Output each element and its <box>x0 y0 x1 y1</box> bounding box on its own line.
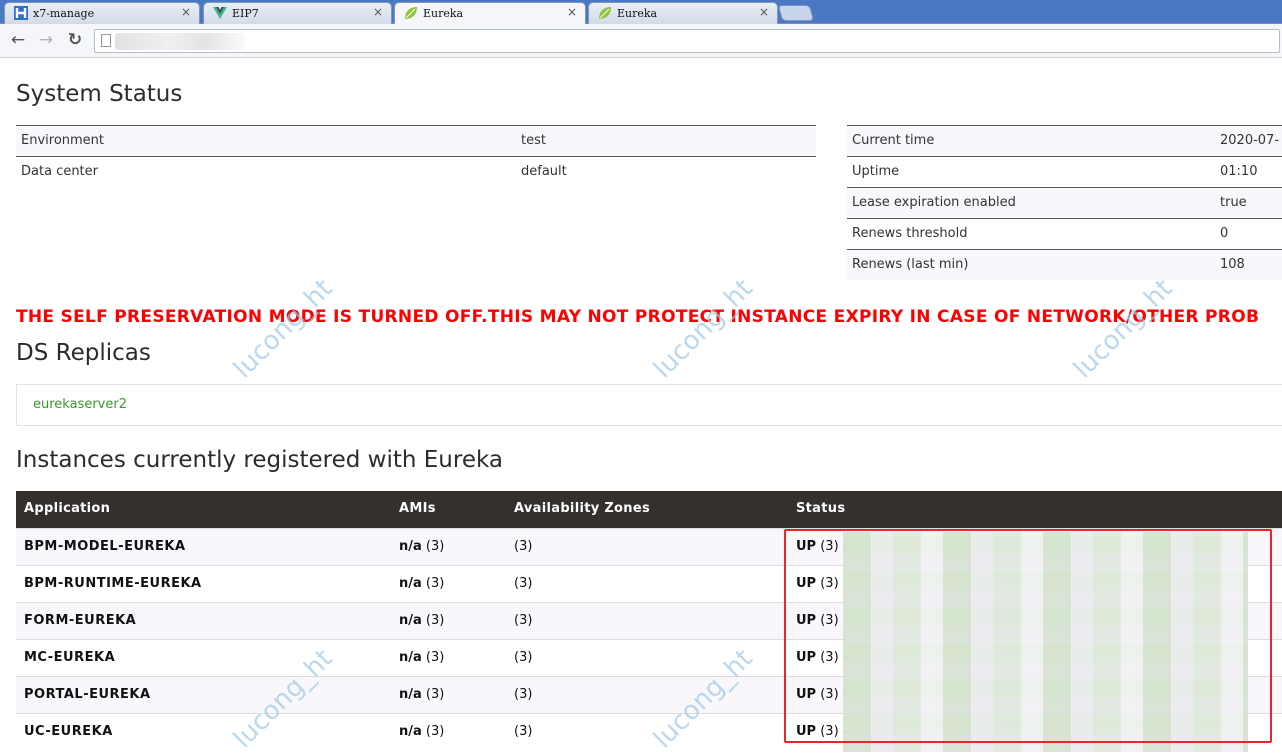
table-row: Uptime 01:10 <box>847 156 1282 187</box>
ami-cell: n/a (3) <box>399 613 444 628</box>
zone-cell: (3) <box>514 539 533 554</box>
ami-cell: n/a (3) <box>399 539 444 554</box>
ami-value: n/a <box>399 724 422 739</box>
zone-cell: (3) <box>514 687 533 702</box>
close-icon[interactable]: × <box>181 5 191 19</box>
reload-icon[interactable]: ↻ <box>65 30 85 50</box>
ami-cell: n/a (3) <box>399 724 444 739</box>
application-name: UC-EUREKA <box>24 724 113 739</box>
status-value: test <box>521 133 546 148</box>
watermark: lucong_ht <box>647 273 759 385</box>
ami-count: (3) <box>425 613 445 628</box>
status-value: true <box>1220 195 1247 210</box>
replica-link[interactable]: eurekaserver2 <box>33 397 127 412</box>
address-bar[interactable] <box>94 29 1280 53</box>
status-key: Uptime <box>852 164 900 179</box>
ami-cell: n/a (3) <box>399 576 444 591</box>
close-icon[interactable]: × <box>759 5 769 19</box>
application-name: MC-EUREKA <box>24 650 116 665</box>
ami-value: n/a <box>399 539 422 554</box>
table-row: Renews threshold 0 <box>847 218 1282 249</box>
ami-count: (3) <box>425 650 445 665</box>
ami-count: (3) <box>425 539 445 554</box>
column-header-application: Application <box>24 501 111 516</box>
system-status-right-table: Current time 2020-07- Uptime 01:10 Lease… <box>847 125 1282 281</box>
highlight-box <box>784 529 1272 743</box>
table-row: Lease expiration enabled true <box>847 187 1282 218</box>
replicas-list: eurekaserver2 <box>16 384 1282 426</box>
ds-replicas-heading: DS Replicas <box>16 340 151 366</box>
status-key: Lease expiration enabled <box>852 195 1016 210</box>
instances-heading: Instances currently registered with Eure… <box>16 447 503 473</box>
ami-value: n/a <box>399 687 422 702</box>
tab-title: Eureka <box>423 7 464 20</box>
tab-eip7[interactable]: EIP7 × <box>203 2 392 24</box>
status-key: Data center <box>21 164 98 179</box>
h-logo-icon <box>14 6 28 20</box>
zone-cell: (3) <box>514 724 533 739</box>
tab-title: x7-manage <box>33 7 95 20</box>
self-preservation-warning: THE SELF PRESERVATION MODE IS TURNED OFF… <box>16 307 1260 327</box>
application-name: BPM-MODEL-EUREKA <box>24 539 186 554</box>
ami-cell: n/a (3) <box>399 650 444 665</box>
system-status-heading: System Status <box>16 81 183 107</box>
zone-cell: (3) <box>514 613 533 628</box>
zone-cell: (3) <box>514 650 533 665</box>
spring-leaf-icon <box>405 7 417 19</box>
status-value: 2020-07- <box>1220 133 1280 148</box>
back-arrow-icon[interactable]: ← <box>8 30 28 50</box>
close-icon[interactable]: × <box>567 5 577 19</box>
page-icon <box>101 34 111 47</box>
status-key: Environment <box>21 133 105 148</box>
watermark: lucong_ht <box>1067 273 1179 385</box>
table-row: Renews (last min) 108 <box>847 249 1282 280</box>
spring-leaf-icon <box>599 7 611 19</box>
tab-title: Eureka <box>617 7 658 20</box>
status-key: Current time <box>852 133 935 148</box>
instances-table-header: Application AMIs Availability Zones Stat… <box>16 491 1282 528</box>
table-row: Environment test <box>16 125 816 156</box>
ami-count: (3) <box>425 724 445 739</box>
application-name: FORM-EUREKA <box>24 613 137 628</box>
vue-logo-icon <box>213 7 227 19</box>
tab-title: EIP7 <box>232 7 259 20</box>
application-name: BPM-RUNTIME-EUREKA <box>24 576 202 591</box>
ami-count: (3) <box>425 576 445 591</box>
ami-value: n/a <box>399 576 422 591</box>
status-key: Renews (last min) <box>852 257 969 272</box>
status-value: 108 <box>1220 257 1245 272</box>
ami-value: n/a <box>399 650 422 665</box>
column-header-amis: AMIs <box>399 501 436 516</box>
watermark: lucong_ht <box>227 273 339 385</box>
status-value: 0 <box>1220 226 1229 241</box>
status-value: default <box>521 164 567 179</box>
ami-value: n/a <box>399 613 422 628</box>
column-header-zones: Availability Zones <box>514 501 650 516</box>
column-header-status: Status <box>796 501 846 516</box>
new-tab-button[interactable] <box>777 5 815 21</box>
tab-x7-manage[interactable]: x7-manage × <box>4 2 200 24</box>
application-name: PORTAL-EUREKA <box>24 687 151 702</box>
eureka-dashboard: System Status Environment test Data cent… <box>0 59 1282 754</box>
tab-eureka[interactable]: Eureka × <box>588 2 778 24</box>
tab-eureka-active[interactable]: Eureka × <box>394 2 586 25</box>
system-status-left-table: Environment test Data center default <box>16 125 816 189</box>
close-icon[interactable]: × <box>373 5 383 19</box>
ami-cell: n/a (3) <box>399 687 444 702</box>
forward-arrow-icon[interactable]: → <box>36 30 56 50</box>
ami-count: (3) <box>425 687 445 702</box>
tab-strip: x7-manage × EIP7 × Eureka × Eureka × <box>0 0 1282 25</box>
browser-toolbar: ← → ↻ <box>0 24 1282 58</box>
url-input[interactable] <box>117 32 1267 50</box>
table-row: Data center default <box>16 156 816 187</box>
status-value: 01:10 <box>1220 164 1258 179</box>
table-row: Current time 2020-07- <box>847 125 1282 156</box>
status-key: Renews threshold <box>852 226 968 241</box>
zone-cell: (3) <box>514 576 533 591</box>
